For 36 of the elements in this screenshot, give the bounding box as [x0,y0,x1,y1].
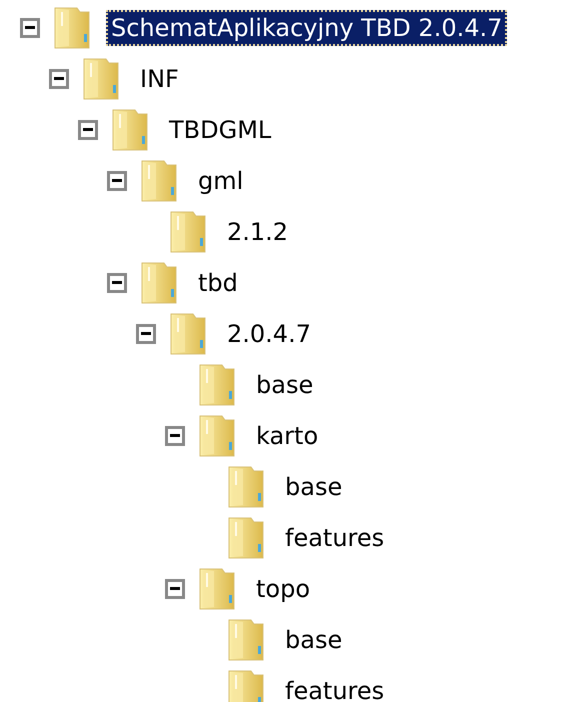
tree-item[interactable]: base [251,366,318,402]
tree-item[interactable]: gml [193,162,248,198]
tree-item[interactable]: base [280,622,348,658]
folder-icon [111,108,149,152]
collapse-button[interactable] [107,272,127,292]
collapse-button[interactable] [107,170,127,190]
folder-icon [82,56,120,100]
folder-icon [227,516,265,560]
collapse-button[interactable] [20,18,40,38]
folder-icon [169,210,207,254]
tree-item[interactable]: features [280,520,390,556]
collapse-button[interactable] [165,578,185,598]
tree-item[interactable]: features [280,672,390,702]
tree-item[interactable]: topo [251,570,316,606]
folder-icon [169,312,207,356]
collapse-button[interactable] [78,120,98,140]
tree-item[interactable]: TBDGML [164,112,276,148]
folder-icon [198,362,236,406]
folder-icon [227,618,265,662]
folder-icon [227,464,265,508]
folder-icon [53,6,91,50]
folder-icon [140,260,178,304]
collapse-button[interactable] [165,426,185,446]
tree-item[interactable]: 2.1.2 [222,214,294,250]
tree-item[interactable]: base [280,468,348,504]
tree-item[interactable]: tbd [193,264,243,300]
tree-item[interactable]: INF [135,60,184,96]
tree-item[interactable]: 2.0.4.7 [222,316,316,352]
folder-icon [227,668,265,702]
collapse-button[interactable] [136,324,156,344]
folder-icon [198,566,236,610]
tree-item[interactable]: SchematAplikacyjny TBD 2.0.4.7 [106,10,508,46]
collapse-button[interactable] [49,68,69,88]
folder-icon [140,158,178,202]
folder-icon [198,414,236,458]
tree-item[interactable]: karto [251,418,324,454]
